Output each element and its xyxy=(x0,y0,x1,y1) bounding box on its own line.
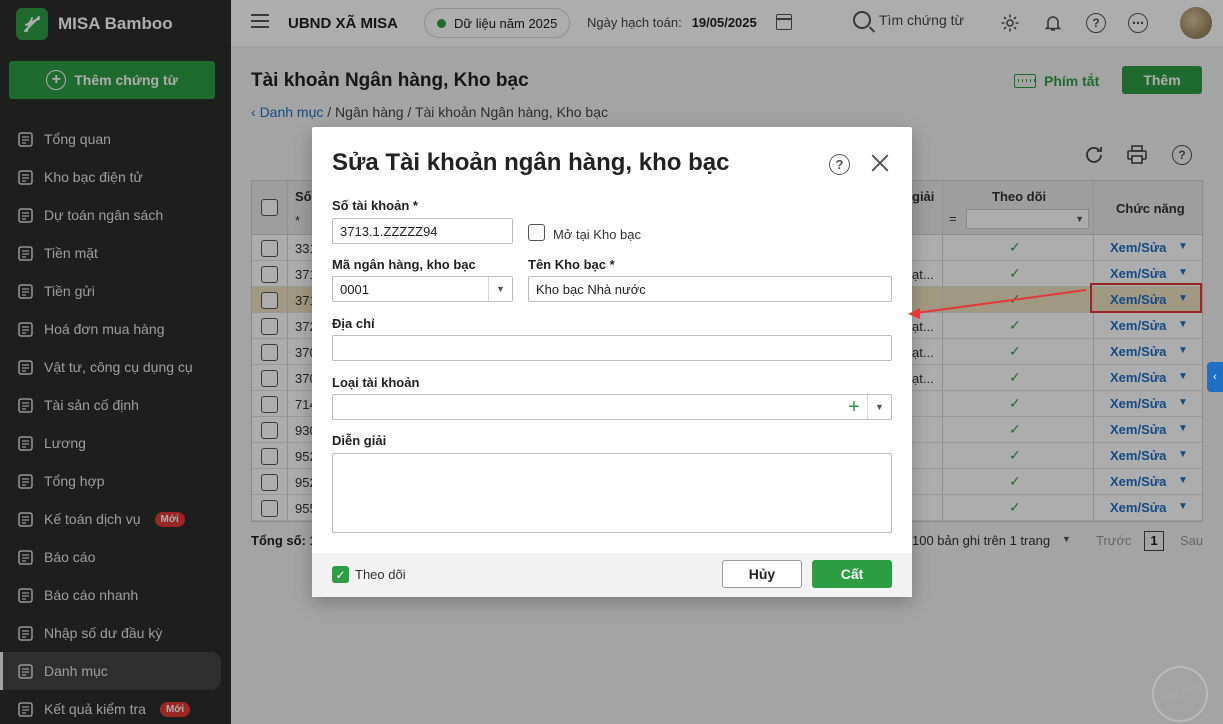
annotation-arrow xyxy=(908,289,1087,319)
side-panel-toggle-icon[interactable]: ‹ xyxy=(1207,362,1223,392)
